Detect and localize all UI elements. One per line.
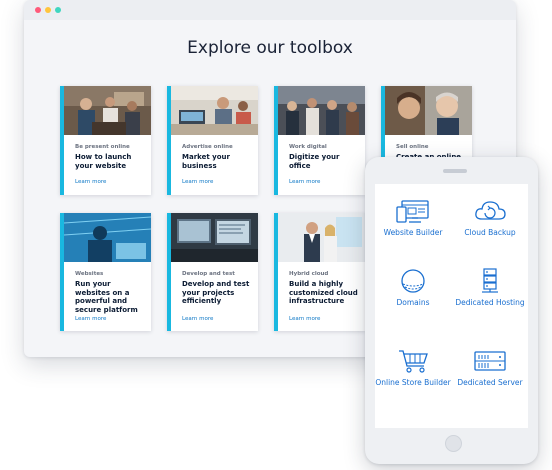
shopping-cart-icon <box>399 350 428 373</box>
card-photo <box>171 86 258 135</box>
card-launch-website[interactable]: Be present online How to launch your web… <box>60 86 151 195</box>
phone-mockup: Website Builder Cloud Backup Domains Ded… <box>365 157 538 464</box>
card-photo <box>385 86 472 135</box>
card-title: How to launch your website <box>75 153 132 170</box>
page-title: Explore our toolbox <box>187 38 353 58</box>
card-photo <box>171 213 258 262</box>
learn-more-link[interactable]: Learn more <box>289 179 320 185</box>
service-dedicated-hosting[interactable]: Dedicated Hosting <box>452 268 528 308</box>
server-stack-icon <box>482 268 498 293</box>
card-photo <box>64 86 151 135</box>
browser-title-bar <box>24 0 516 20</box>
cloud-backup-icon <box>475 201 506 220</box>
card-title: Develop and test your projects efficient… <box>182 280 250 305</box>
card-title: Run your websites on a powerful and secu… <box>75 280 138 314</box>
card-eyebrow: Hybrid cloud <box>289 271 329 277</box>
card-photo <box>278 86 365 135</box>
website-builder-icon <box>396 200 429 223</box>
service-label: Dedicated Server <box>457 378 523 387</box>
service-label: Online Store Builder <box>375 378 451 387</box>
minimize-window-dot[interactable] <box>45 7 51 13</box>
service-domains[interactable]: Domains <box>375 268 451 308</box>
service-label: Domains <box>396 298 430 307</box>
learn-more-link[interactable]: Learn more <box>182 179 213 185</box>
rack-server-icon <box>474 351 506 371</box>
phone-screen: Website Builder Cloud Backup Domains Ded… <box>375 184 528 428</box>
card-develop-test[interactable]: Develop and test Develop and test your p… <box>167 213 258 331</box>
card-title: Market your business <box>182 153 230 170</box>
globe-icon <box>401 269 425 293</box>
learn-more-link[interactable]: Learn more <box>182 316 213 322</box>
card-photo <box>64 213 151 262</box>
card-eyebrow: Be present online <box>75 144 130 150</box>
card-eyebrow: Advertise online <box>182 144 233 150</box>
phone-home-button[interactable] <box>445 435 462 452</box>
card-eyebrow: Sell online <box>396 144 429 150</box>
card-title: Build a highly customized cloud infrastr… <box>289 280 358 305</box>
service-dedicated-server[interactable]: Dedicated Server <box>452 348 528 388</box>
maximize-window-dot[interactable] <box>55 7 61 13</box>
learn-more-link[interactable]: Learn more <box>75 179 106 185</box>
service-online-store-builder[interactable]: Online Store Builder <box>375 348 451 388</box>
learn-more-link[interactable]: Learn more <box>75 316 106 322</box>
service-website-builder[interactable]: Website Builder <box>375 198 451 238</box>
service-label: Website Builder <box>383 228 443 237</box>
card-photo <box>278 213 365 262</box>
card-eyebrow: Websites <box>75 271 104 277</box>
card-eyebrow: Develop and test <box>182 271 235 277</box>
card-eyebrow: Work digital <box>289 144 327 150</box>
service-label: Cloud Backup <box>464 228 516 237</box>
card-digitize-office[interactable]: Work digital Digitize your office Learn … <box>274 86 365 195</box>
card-run-websites[interactable]: Websites Run your websites on a powerful… <box>60 213 151 331</box>
service-cloud-backup[interactable]: Cloud Backup <box>452 198 528 238</box>
service-label: Dedicated Hosting <box>455 298 525 307</box>
phone-speaker <box>443 169 467 173</box>
card-market-business[interactable]: Advertise online Market your business Le… <box>167 86 258 195</box>
card-hybrid-cloud[interactable]: Hybrid cloud Build a highly customized c… <box>274 213 365 331</box>
card-title: Digitize your office <box>289 153 340 170</box>
close-window-dot[interactable] <box>35 7 41 13</box>
learn-more-link[interactable]: Learn more <box>289 316 320 322</box>
